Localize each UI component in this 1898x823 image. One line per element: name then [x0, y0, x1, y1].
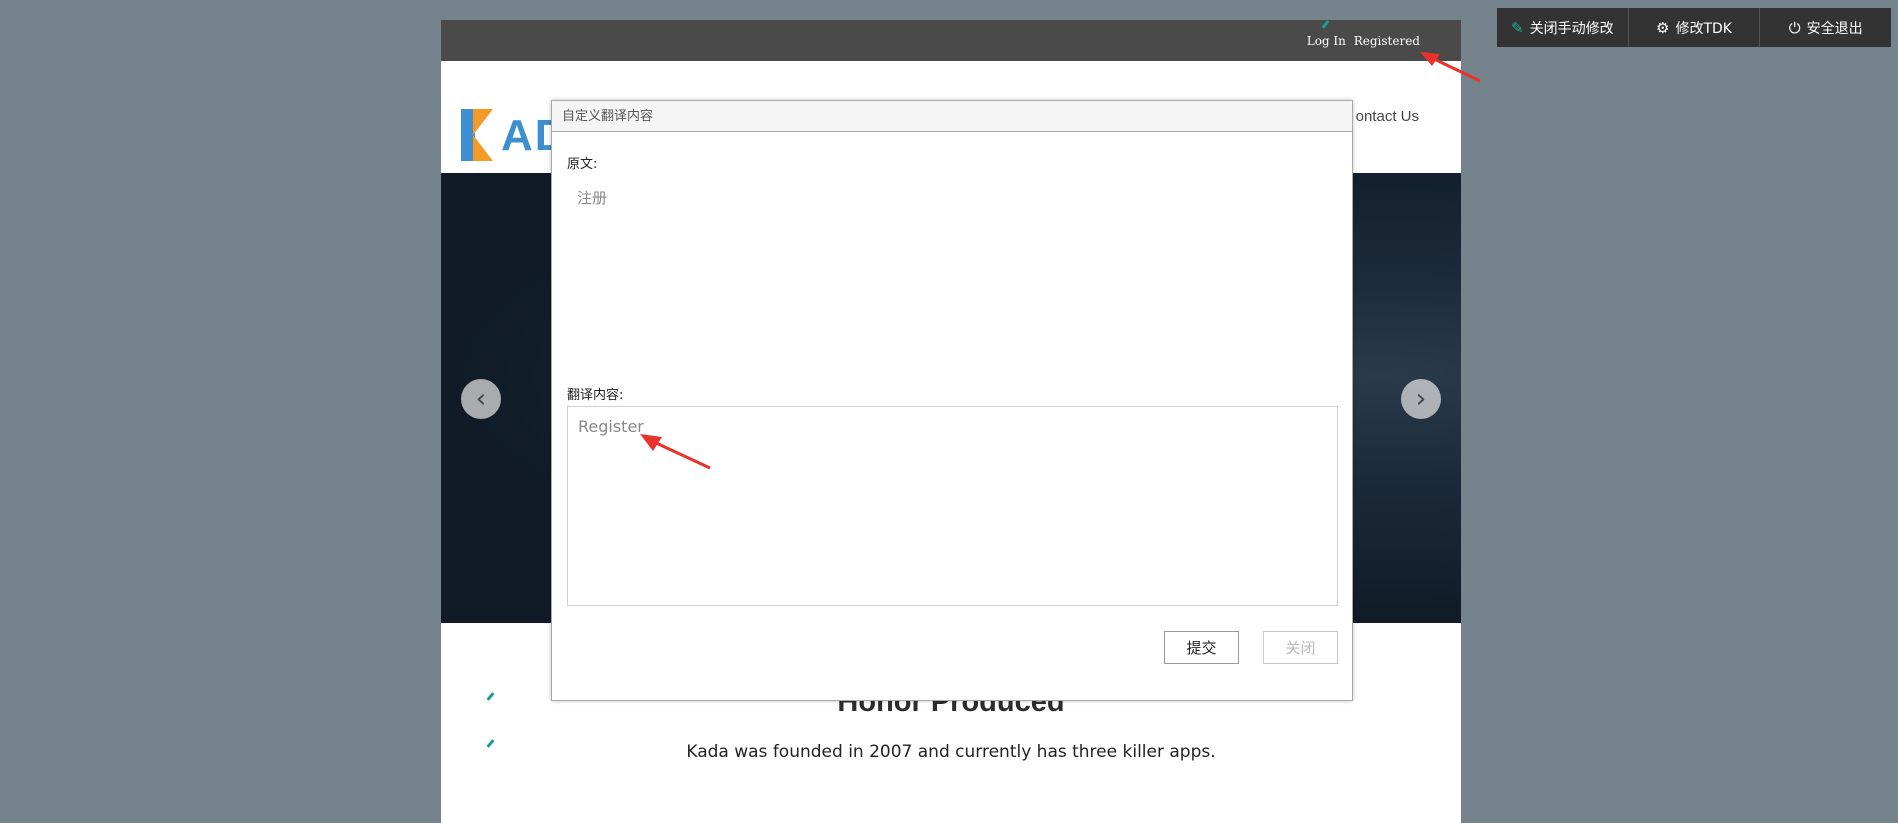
slider-next-button[interactable]: › [1401, 379, 1441, 419]
admin-toolbar: ✎ 关闭手动修改 ⚙ 修改TDK ⏻ 安全退出 [1497, 8, 1891, 47]
site-topbar: Log In Registered [441, 20, 1461, 61]
custom-translation-dialog: 自定义翻译内容 原文: 注册 翻译内容: 提交 关闭 [551, 100, 1353, 701]
original-text: 注册 [577, 189, 608, 207]
pencil-icon: ✎ [1511, 18, 1524, 37]
submit-button[interactable]: 提交 [1164, 631, 1239, 664]
slider-prev-button[interactable]: ‹ [461, 379, 501, 419]
nav-contact-link[interactable]: ontact Us [1356, 108, 1419, 125]
site-logo[interactable]: AD [461, 109, 567, 161]
edit-tdk-button[interactable]: ⚙ 修改TDK [1629, 8, 1761, 47]
register-link[interactable]: Registered [1354, 34, 1420, 48]
original-label: 原文: [567, 157, 598, 172]
chevron-left-icon: ‹ [475, 384, 487, 414]
login-link[interactable]: Log In [1307, 34, 1346, 48]
translation-label: 翻译内容: [567, 388, 624, 403]
auth-links: Log In Registered [1303, 34, 1420, 48]
admin-button-label: 安全退出 [1806, 20, 1863, 37]
gear-icon: ⚙ [1656, 18, 1670, 37]
chevron-right-icon: › [1415, 384, 1427, 414]
admin-button-label: 修改TDK [1675, 20, 1732, 37]
logout-button[interactable]: ⏻ 安全退出 [1760, 8, 1891, 47]
power-icon: ⏻ [1788, 18, 1801, 37]
section-description: Kada was founded in 2007 and currently h… [686, 742, 1216, 762]
admin-button-label: 关闭手动修改 [1529, 20, 1614, 37]
close-button[interactable]: 关闭 [1263, 631, 1338, 664]
dialog-title: 自定义翻译内容 [552, 101, 1352, 132]
edit-marker-icon[interactable] [1321, 20, 1330, 29]
translation-input[interactable] [567, 406, 1338, 606]
toggle-manual-edit-button[interactable]: ✎ 关闭手动修改 [1497, 8, 1629, 47]
